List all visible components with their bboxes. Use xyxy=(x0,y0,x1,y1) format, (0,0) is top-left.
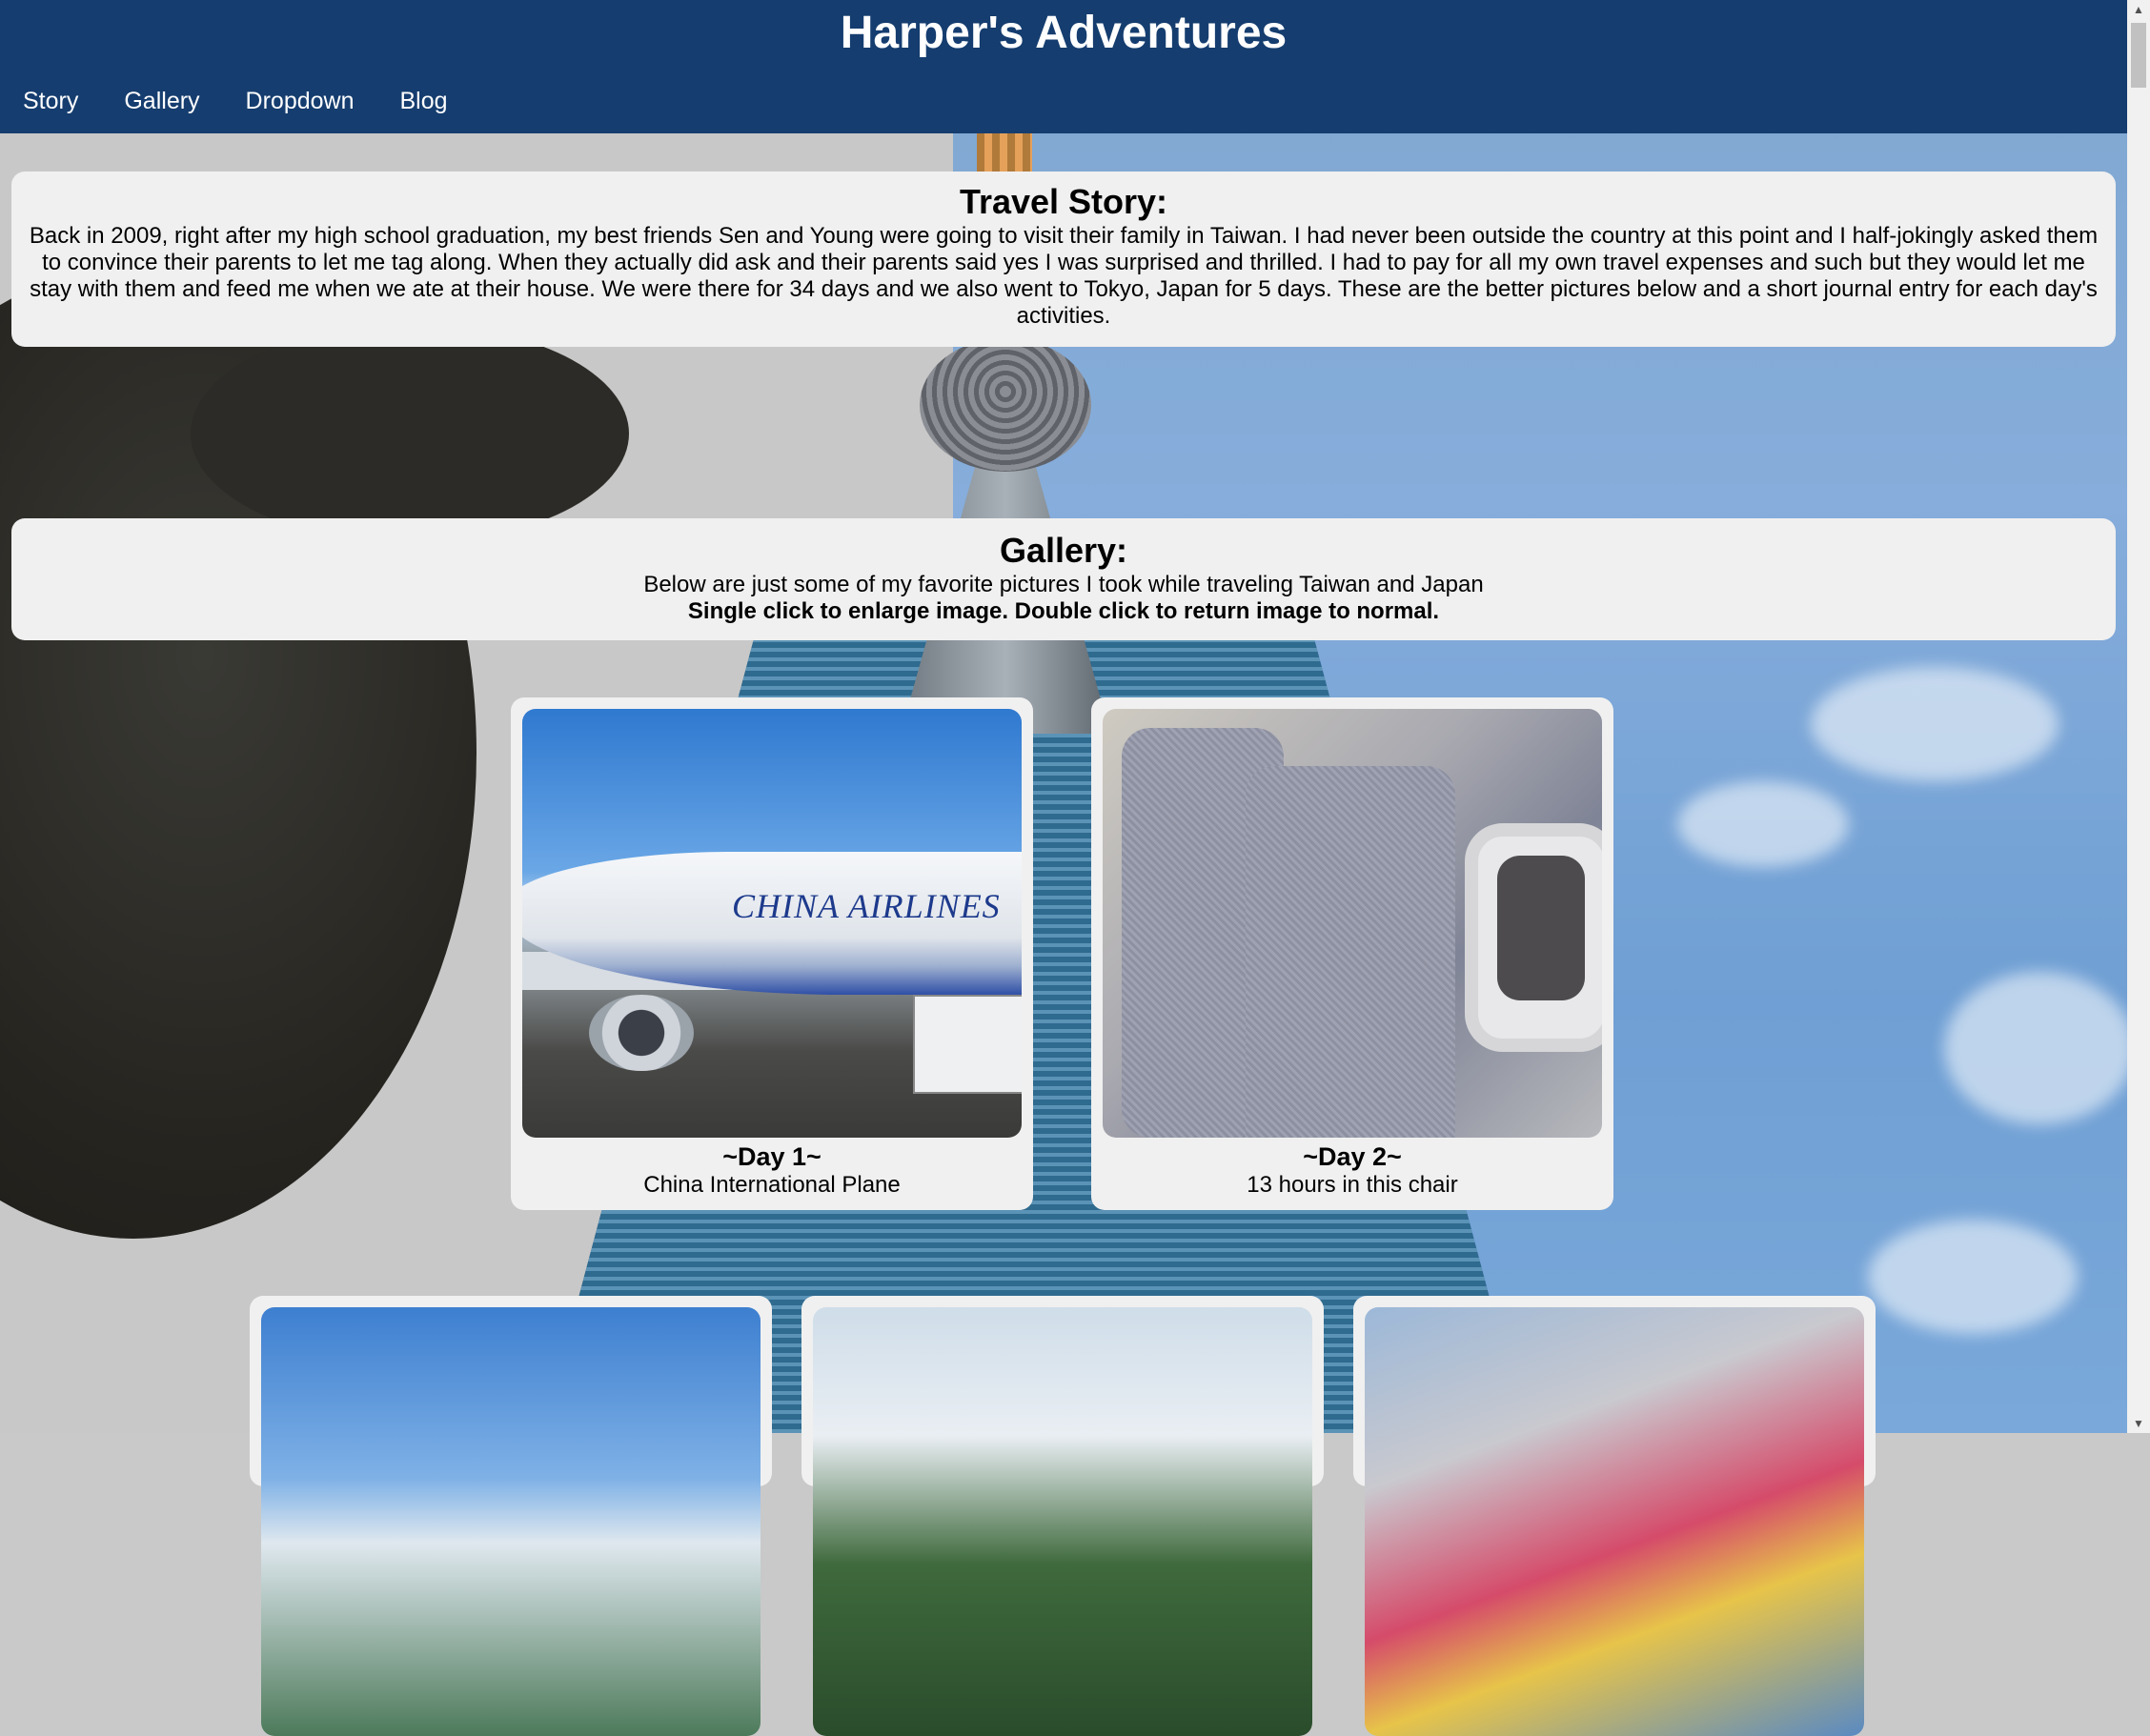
photo[interactable] xyxy=(1365,1307,1864,1736)
gallery-card-day-2: ~Day 2~ 13 hours in this chair xyxy=(1091,697,1613,1210)
nav-blog[interactable]: Blog xyxy=(377,82,471,120)
scrollbar-thumb[interactable] xyxy=(2131,23,2146,88)
scroll-down-arrow-icon[interactable]: ▼ xyxy=(2127,1414,2150,1433)
gallery-intro-panel: Gallery: Below are just some of my favor… xyxy=(11,518,2116,640)
card-caption: 13 hours in this chair xyxy=(1247,1172,1458,1198)
gallery-card-day-1: CHINA AIRLINES ~Day 1~ China Internation… xyxy=(511,697,1033,1210)
nav-dropdown[interactable]: Dropdown xyxy=(223,82,377,120)
card-caption: China International Plane xyxy=(643,1172,901,1198)
gallery-card xyxy=(801,1296,1324,1736)
gallery-card xyxy=(1353,1296,1876,1736)
airline-logo-text: CHINA AIRLINES xyxy=(732,887,1001,925)
card-day-label: ~Day 1~ xyxy=(722,1142,821,1171)
gallery-card xyxy=(250,1296,772,1736)
card-day-label: ~Day 2~ xyxy=(1303,1142,1402,1171)
nav-story[interactable]: Story xyxy=(0,82,101,120)
travel-story-heading: Travel Story: xyxy=(959,182,1168,221)
gallery-heading: Gallery: xyxy=(999,531,1128,570)
site-title: Harper's Adventures xyxy=(840,8,1288,58)
nav-gallery[interactable]: Gallery xyxy=(101,82,222,120)
photo[interactable] xyxy=(813,1307,1312,1736)
gallery-intro-text: Below are just some of my favorite pictu… xyxy=(643,572,1484,597)
scroll-up-arrow-icon[interactable]: ▲ xyxy=(2127,0,2150,19)
site-header: Harper's Adventures Story Gallery Dropdo… xyxy=(0,0,2127,133)
photo[interactable] xyxy=(261,1307,761,1736)
photo-day-1[interactable]: CHINA AIRLINES xyxy=(522,709,1022,1138)
photo-day-2[interactable] xyxy=(1103,709,1602,1138)
main-nav: Story Gallery Dropdown Blog xyxy=(0,82,471,120)
travel-story-panel: Travel Story: Back in 2009, right after … xyxy=(11,172,2116,347)
gallery-instructions: Single click to enlarge image. Double cl… xyxy=(687,598,1440,624)
vertical-scrollbar[interactable]: ▲ ▼ xyxy=(2127,0,2150,1433)
travel-story-text: Back in 2009, right after my high school… xyxy=(29,223,2099,329)
